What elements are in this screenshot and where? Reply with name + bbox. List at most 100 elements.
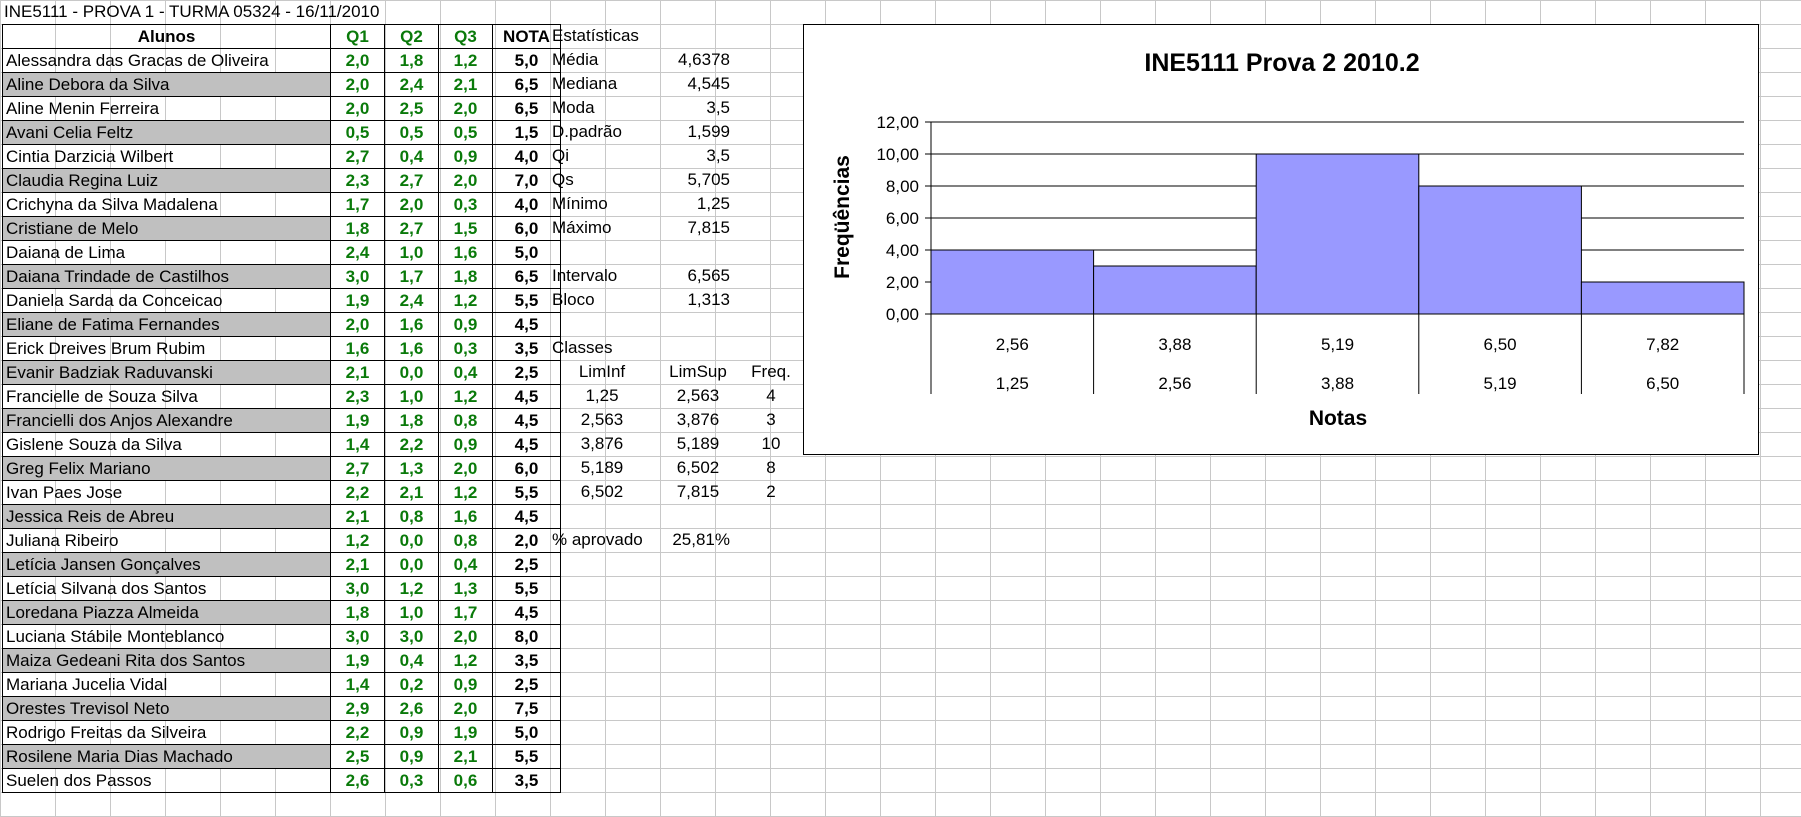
student-name-cell[interactable]: Greg Felix Mariano [2, 456, 331, 481]
student-name-cell[interactable]: Juliana Ribeiro [2, 528, 331, 553]
nota-cell[interactable]: 4,5 [492, 600, 561, 625]
nota-cell[interactable]: 4,0 [492, 192, 561, 217]
q1-cell[interactable]: 0,5 [330, 120, 385, 145]
q2-cell[interactable]: 1,6 [384, 336, 439, 361]
student-name-cell[interactable]: Letícia Jansen Gonçalves [2, 552, 331, 577]
q3-cell[interactable]: 1,6 [438, 504, 493, 529]
q3-cell[interactable]: 0,9 [438, 432, 493, 457]
stat-value[interactable]: 5,705 [660, 168, 730, 192]
nota-cell[interactable]: 5,0 [492, 240, 561, 265]
q3-cell[interactable]: 0,9 [438, 144, 493, 169]
nota-cell[interactable]: 5,5 [492, 576, 561, 601]
q3-cell[interactable]: 1,2 [438, 648, 493, 673]
nota-cell[interactable]: 6,5 [492, 96, 561, 121]
q1-cell[interactable]: 1,2 [330, 528, 385, 553]
q2-cell[interactable]: 1,0 [384, 600, 439, 625]
q2-cell[interactable]: 0,0 [384, 552, 439, 577]
nota-cell[interactable]: 6,0 [492, 456, 561, 481]
q3-cell[interactable]: 0,8 [438, 528, 493, 553]
q2-cell[interactable]: 0,9 [384, 744, 439, 769]
student-name-cell[interactable]: Jessica Reis de Abreu [2, 504, 331, 529]
q1-cell[interactable]: 1,6 [330, 336, 385, 361]
q3-cell[interactable]: 0,4 [438, 552, 493, 577]
student-name-cell[interactable]: Gislene Souza da Silva [2, 432, 331, 457]
student-name-cell[interactable]: Claudia Regina Luiz [2, 168, 331, 193]
q1-cell[interactable]: 1,8 [330, 216, 385, 241]
q2-cell[interactable]: 2,7 [384, 216, 439, 241]
stat-value[interactable]: 3,5 [660, 96, 730, 120]
header-q3[interactable]: Q3 [438, 24, 493, 49]
q2-cell[interactable]: 1,6 [384, 312, 439, 337]
q3-cell[interactable]: 0,3 [438, 336, 493, 361]
nota-cell[interactable]: 1,5 [492, 120, 561, 145]
q1-cell[interactable]: 1,4 [330, 432, 385, 457]
q3-cell[interactable]: 1,2 [438, 48, 493, 73]
q1-cell[interactable]: 2,6 [330, 768, 385, 793]
student-name-cell[interactable]: Rodrigo Freitas da Silveira [2, 720, 331, 745]
nota-cell[interactable]: 4,5 [492, 408, 561, 433]
q1-cell[interactable]: 2,4 [330, 240, 385, 265]
q2-cell[interactable]: 2,0 [384, 192, 439, 217]
header-alunos[interactable]: Alunos [2, 24, 331, 49]
nota-cell[interactable]: 4,5 [492, 432, 561, 457]
q3-cell[interactable]: 0,9 [438, 312, 493, 337]
q3-cell[interactable]: 0,4 [438, 360, 493, 385]
stat-value-bloco[interactable]: 1,313 [660, 288, 730, 312]
q3-cell[interactable]: 1,3 [438, 576, 493, 601]
header-nota[interactable]: NOTA [492, 24, 561, 49]
nota-cell[interactable]: 6,0 [492, 216, 561, 241]
class-freq[interactable]: 10 [740, 432, 802, 456]
nota-cell[interactable]: 4,5 [492, 384, 561, 409]
q3-cell[interactable]: 1,2 [438, 480, 493, 505]
q3-cell[interactable]: 1,6 [438, 240, 493, 265]
nota-cell[interactable]: 4,5 [492, 312, 561, 337]
q2-cell[interactable]: 0,5 [384, 120, 439, 145]
student-name-cell[interactable]: Rosilene Maria Dias Machado [2, 744, 331, 769]
nota-cell[interactable]: 5,0 [492, 720, 561, 745]
student-name-cell[interactable]: Aline Menin Ferreira [2, 96, 331, 121]
header-q2[interactable]: Q2 [384, 24, 439, 49]
class-freq[interactable]: 2 [740, 480, 802, 504]
nota-cell[interactable]: 5,5 [492, 288, 561, 313]
nota-cell[interactable]: 2,5 [492, 672, 561, 697]
header-q1[interactable]: Q1 [330, 24, 385, 49]
nota-cell[interactable]: 4,5 [492, 504, 561, 529]
q1-cell[interactable]: 1,8 [330, 600, 385, 625]
q3-cell[interactable]: 0,6 [438, 768, 493, 793]
stat-value[interactable]: 3,5 [660, 144, 730, 168]
q1-cell[interactable]: 2,0 [330, 48, 385, 73]
class-freq[interactable]: 8 [740, 456, 802, 480]
class-limsup[interactable]: 5,189 [658, 432, 738, 456]
q2-cell[interactable]: 2,7 [384, 168, 439, 193]
class-liminf[interactable]: 6,502 [562, 480, 642, 504]
q3-cell[interactable]: 1,9 [438, 720, 493, 745]
stat-value[interactable]: 1,599 [660, 120, 730, 144]
q1-cell[interactable]: 2,0 [330, 312, 385, 337]
stat-value-intervalo[interactable]: 6,565 [660, 264, 730, 288]
student-name-cell[interactable]: Mariana Jucelia Vidal [2, 672, 331, 697]
q2-cell[interactable]: 2,6 [384, 696, 439, 721]
q1-cell[interactable]: 1,9 [330, 288, 385, 313]
q3-cell[interactable]: 1,7 [438, 600, 493, 625]
student-name-cell[interactable]: Alessandra das Gracas de Oliveira [2, 48, 331, 73]
q1-cell[interactable]: 2,1 [330, 360, 385, 385]
stat-value[interactable]: 4,6378 [660, 48, 730, 72]
q3-cell[interactable]: 2,0 [438, 96, 493, 121]
q3-cell[interactable]: 0,5 [438, 120, 493, 145]
student-name-cell[interactable]: Daniela Sarda da Conceicao [2, 288, 331, 313]
nota-cell[interactable]: 7,5 [492, 696, 561, 721]
q3-cell[interactable]: 2,0 [438, 168, 493, 193]
student-name-cell[interactable]: Cintia Darzicia Wilbert [2, 144, 331, 169]
nota-cell[interactable]: 6,5 [492, 264, 561, 289]
nota-cell[interactable]: 5,0 [492, 48, 561, 73]
q3-cell[interactable]: 2,1 [438, 744, 493, 769]
student-name-cell[interactable]: Daiana de Lima [2, 240, 331, 265]
q2-cell[interactable]: 0,2 [384, 672, 439, 697]
class-freq[interactable]: 4 [740, 384, 802, 408]
q3-cell[interactable]: 1,2 [438, 384, 493, 409]
class-limsup[interactable]: 3,876 [658, 408, 738, 432]
nota-cell[interactable]: 2,5 [492, 552, 561, 577]
class-liminf[interactable]: 5,189 [562, 456, 642, 480]
q1-cell[interactable]: 2,7 [330, 456, 385, 481]
class-liminf[interactable]: 3,876 [562, 432, 642, 456]
